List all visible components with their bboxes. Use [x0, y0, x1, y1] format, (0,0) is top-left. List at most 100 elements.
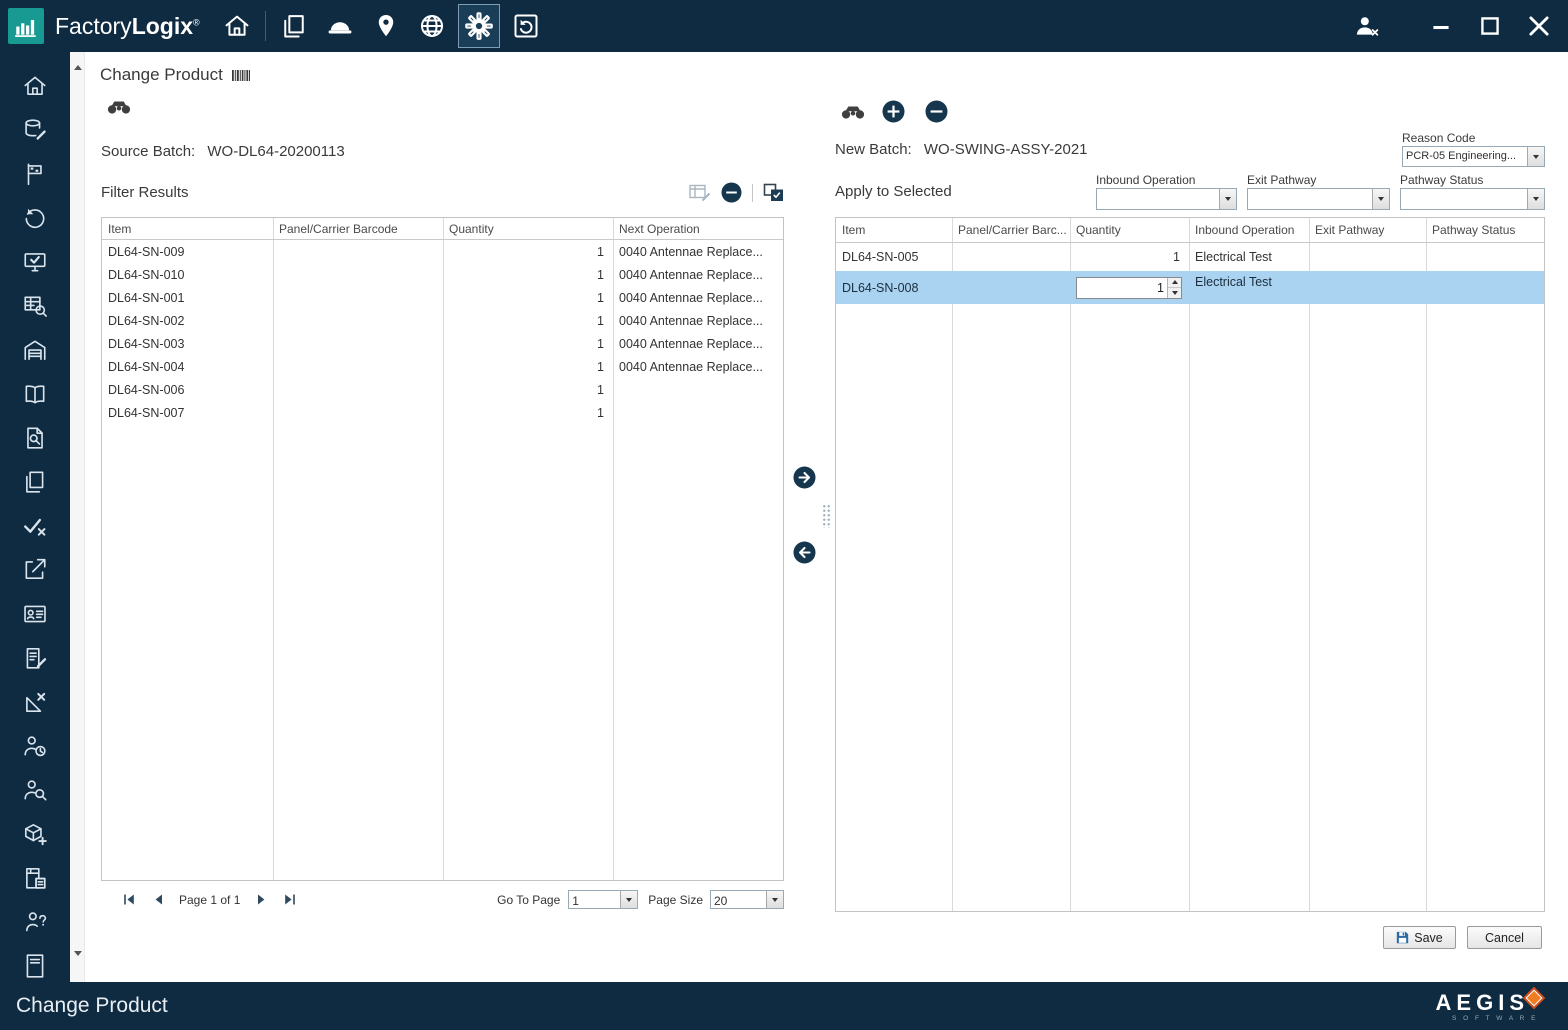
goto-page-label: Go To Page — [497, 893, 560, 907]
qty-cell: 1 — [443, 245, 613, 259]
table-row[interactable]: DL64-SN-00210040 Antennae Replace... — [102, 309, 783, 332]
sidebar-item-package-note[interactable] — [0, 856, 70, 900]
sidebar-item-history[interactable] — [0, 196, 70, 240]
sidebar-item-copy-pages[interactable] — [0, 460, 70, 504]
nav-settings-button-active[interactable] — [458, 4, 500, 48]
table-row-selected[interactable]: DL64-SN-008 Electrical Test — [836, 271, 1544, 304]
batch-form-button[interactable] — [689, 184, 711, 202]
add-button[interactable] — [882, 100, 905, 123]
inbound-operation-combo[interactable] — [1096, 188, 1237, 210]
remove-filter-button[interactable] — [721, 182, 742, 203]
sidebar-item-table-search[interactable] — [0, 284, 70, 328]
sidebar-item-site-flag[interactable] — [0, 152, 70, 196]
sidebar-item-document-search[interactable] — [0, 416, 70, 460]
minimize-button[interactable] — [1424, 9, 1458, 43]
column-header[interactable]: Pathway Status — [1426, 223, 1544, 237]
first-page-button[interactable] — [121, 893, 137, 907]
sidebar-item-id-card[interactable] — [0, 592, 70, 636]
sidebar-item-person-question[interactable] — [0, 900, 70, 944]
sidebar-item-design-ruler[interactable] — [0, 680, 70, 724]
sidebar-item-warehouse[interactable] — [0, 328, 70, 372]
reason-code-combo[interactable]: PCR-05 Engineering... — [1402, 146, 1545, 167]
column-header[interactable]: Quantity — [443, 222, 613, 236]
table-row[interactable]: DL64-SN-00310040 Antennae Replace... — [102, 332, 783, 355]
next-page-icon — [257, 894, 266, 905]
chevron-down-icon[interactable] — [1527, 189, 1544, 209]
nav-history-button[interactable] — [503, 3, 549, 49]
table-row[interactable]: DL64-SN-0061 — [102, 378, 783, 401]
spinner-down-icon — [1172, 291, 1178, 295]
nav-home-button[interactable] — [214, 3, 260, 49]
nav-production-button[interactable] — [317, 3, 363, 49]
cancel-button[interactable]: Cancel — [1467, 926, 1542, 949]
spinner-up-button[interactable] — [1168, 278, 1181, 288]
export-arrow-icon — [22, 557, 48, 583]
column-header[interactable]: Panel/Carrier Barc... — [952, 223, 1070, 237]
user-logout-button[interactable] — [1350, 9, 1384, 43]
quantity-input-field[interactable] — [1077, 278, 1167, 298]
item-cell: DL64-SN-003 — [102, 337, 273, 351]
nav-location-button[interactable] — [363, 3, 409, 49]
table-row[interactable]: DL64-SN-005 1 Electrical Test — [836, 243, 1544, 271]
sidebar-item-document-edit[interactable] — [0, 636, 70, 680]
column-header[interactable]: Inbound Operation — [1189, 223, 1309, 237]
package-add-icon — [22, 821, 48, 847]
sidebar-item-check-cancel[interactable] — [0, 504, 70, 548]
vertical-scrollbar[interactable] — [70, 52, 85, 982]
multi-select-button[interactable] — [763, 183, 784, 202]
column-header[interactable]: Item — [102, 222, 273, 236]
chevron-down-icon[interactable] — [1372, 189, 1389, 209]
chevron-down-icon[interactable] — [620, 891, 637, 908]
sidebar-item-export[interactable] — [0, 548, 70, 592]
sidebar-item-home[interactable] — [0, 64, 70, 108]
column-header[interactable]: Item — [836, 223, 952, 237]
splitter-handle[interactable] — [822, 504, 831, 528]
spinner-down-button[interactable] — [1168, 287, 1181, 298]
nav-global-button[interactable] — [409, 3, 455, 49]
column-header[interactable]: Panel/Carrier Barcode — [273, 222, 443, 236]
find-new-batch-button[interactable] — [840, 105, 866, 119]
pathway-status-combo[interactable] — [1400, 188, 1545, 210]
last-page-button[interactable] — [282, 893, 298, 907]
chevron-down-icon[interactable] — [1527, 147, 1544, 166]
move-left-button[interactable] — [793, 541, 816, 564]
inbound-operation-value — [1097, 189, 1219, 209]
sidebar — [0, 52, 70, 982]
scroll-up-button[interactable] — [71, 60, 84, 74]
exit-pathway-combo[interactable] — [1247, 188, 1390, 210]
chevron-down-icon[interactable] — [1219, 189, 1236, 209]
prev-page-button[interactable] — [150, 893, 166, 907]
close-button[interactable] — [1522, 9, 1556, 43]
filter-results-table: Item Panel/Carrier Barcode Quantity Next… — [101, 217, 784, 881]
table-row[interactable]: DL64-SN-00110040 Antennae Replace... — [102, 286, 783, 309]
sidebar-item-database-edit[interactable] — [0, 108, 70, 152]
column-header[interactable]: Next Operation — [613, 222, 783, 236]
scroll-down-button[interactable] — [71, 946, 84, 960]
sidebar-item-monitor-check[interactable] — [0, 240, 70, 284]
save-button-label: Save — [1414, 931, 1443, 945]
sidebar-item-person-search[interactable] — [0, 768, 70, 812]
move-right-button[interactable] — [793, 466, 816, 489]
page-size-combo[interactable]: 20 — [710, 890, 784, 909]
goto-page-value: 1 — [569, 891, 620, 908]
nav-documents-button[interactable] — [271, 3, 317, 49]
sidebar-item-package-add[interactable] — [0, 812, 70, 856]
sidebar-item-book[interactable] — [0, 372, 70, 416]
arrow-right-circle-icon — [793, 466, 816, 489]
save-button[interactable]: Save — [1383, 926, 1456, 949]
next-page-button[interactable] — [253, 893, 269, 907]
goto-page-combo[interactable]: 1 — [568, 890, 638, 909]
find-button[interactable] — [106, 100, 132, 114]
table-row[interactable]: DL64-SN-01010040 Antennae Replace... — [102, 263, 783, 286]
column-header[interactable]: Exit Pathway — [1309, 223, 1426, 237]
sidebar-item-partial[interactable] — [0, 944, 70, 982]
maximize-button[interactable] — [1473, 9, 1507, 43]
quantity-input[interactable] — [1076, 277, 1182, 299]
table-row[interactable]: DL64-SN-0071 — [102, 401, 783, 424]
remove-button[interactable] — [925, 100, 948, 123]
column-header[interactable]: Quantity — [1070, 223, 1189, 237]
chevron-down-icon[interactable] — [766, 891, 783, 908]
table-row[interactable]: DL64-SN-00410040 Antennae Replace... — [102, 355, 783, 378]
table-row[interactable]: DL64-SN-00910040 Antennae Replace... — [102, 240, 783, 263]
sidebar-item-person-time[interactable] — [0, 724, 70, 768]
